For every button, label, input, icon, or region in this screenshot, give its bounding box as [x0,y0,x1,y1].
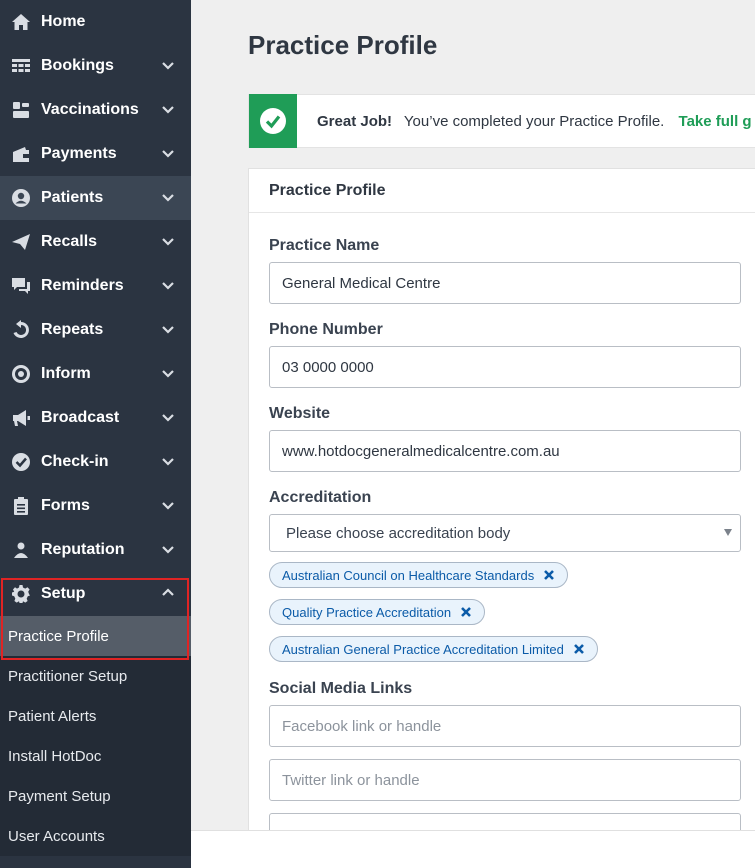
sidebar: Home Bookings Vaccinations Payments Pati… [0,0,191,868]
nav-label: Payments [41,145,117,162]
success-alert: Great Job! You’ve completed your Practic… [248,94,755,148]
tag-label: Australian General Practice Accreditatio… [282,641,564,657]
nav-vaccinations[interactable]: Vaccinations [0,88,191,132]
twitter-input[interactable]: Twitter link or handle [269,759,741,801]
wallet-icon [10,143,32,165]
practice-name-input[interactable]: General Medical Centre [269,262,741,304]
facebook-input[interactable]: Facebook link or handle [269,705,741,747]
nav-label: Recalls [41,233,98,250]
accreditation-tag: Australian Council on Healthcare Standar… [269,562,569,588]
alert-text: You’ve completed your Practice Profile. [403,112,665,130]
repeat-icon [10,319,32,341]
nav-check-in[interactable]: Check-in [0,440,191,484]
practice-name-label: Practice Name [269,237,380,254]
sub-item-user-accounts[interactable]: User Accounts [0,816,191,856]
target-icon [10,363,32,385]
chevron-down-icon[interactable] [161,498,175,512]
sub-item-install-hotdoc[interactable]: Install HotDoc [0,736,191,776]
chevron-down-icon[interactable] [161,102,175,116]
sub-item-payment-setup[interactable]: Payment Setup [0,776,191,816]
gear-icon [10,583,32,605]
chevron-down-icon[interactable] [161,410,175,424]
phone-number-label: Phone Number [269,321,383,338]
chevron-down-icon[interactable] [161,322,175,336]
check-badge-icon [10,451,32,473]
caret-down-icon [724,529,732,536]
user-circle-icon [10,187,32,209]
nav-reminders[interactable]: Reminders [0,264,191,308]
page-title: Practice Profile [248,30,438,60]
sub-item-practitioner-setup[interactable]: Practitioner Setup [0,656,191,696]
chevron-down-icon[interactable] [161,146,175,160]
accreditation-tag: Australian General Practice Accreditatio… [269,636,598,662]
social-media-label: Social Media Links [269,680,413,697]
paper-plane-icon [10,231,32,253]
alert-message: Great Job! You’ve completed your Practic… [317,113,752,130]
megaphone-icon [10,407,32,429]
remove-tag-icon[interactable] [573,643,585,655]
sub-item-practice-profile[interactable]: Practice Profile [0,616,191,656]
tag-label: Australian Council on Healthcare Standar… [282,567,535,583]
remove-tag-icon[interactable] [543,569,555,581]
bottom-bar [191,830,755,868]
social-input-partial[interactable] [269,813,741,830]
website-label: Website [269,405,331,422]
nav-recalls[interactable]: Recalls [0,220,191,264]
check-circle-icon [249,94,297,148]
nav-setup[interactable]: Setup [0,572,191,616]
clipboard-icon [10,495,32,517]
nav-label: Setup [41,585,86,602]
bookings-grid-icon [10,55,32,77]
phone-number-input[interactable]: 03 0000 0000 [269,346,741,388]
nav-label: Home [41,13,86,30]
nav-label: Vaccinations [41,101,139,118]
website-input[interactable]: www.hotdocgeneralmedicalcentre.com.au [269,430,741,472]
nav-label: Inform [41,365,91,382]
nav-patients[interactable]: Patients [0,176,191,220]
nav-inform[interactable]: Inform [0,352,191,396]
chevron-up-icon[interactable] [161,586,175,600]
nav-home[interactable]: Home [0,0,191,44]
accreditation-tag: Quality Practice Accreditation [269,599,486,625]
person-star-icon [10,539,32,561]
nav-reputation[interactable]: Reputation [0,528,191,572]
chevron-down-icon[interactable] [161,234,175,248]
nav-broadcast[interactable]: Broadcast [0,396,191,440]
nav-label: Check-in [41,453,109,470]
practice-profile-card: Practice Profile Practice Name General M… [248,168,755,830]
chevron-down-icon[interactable] [161,454,175,468]
chat-icon [10,275,32,297]
chevron-down-icon[interactable] [161,190,175,204]
nav-label: Forms [41,497,90,514]
chevron-down-icon[interactable] [161,542,175,556]
nav-label: Reputation [41,541,125,558]
chevron-down-icon[interactable] [161,366,175,380]
take-tour-link[interactable]: Take full g [679,113,752,130]
vaccine-icon [10,99,32,121]
nav-label: Bookings [41,57,114,74]
accreditation-select[interactable]: Please choose accreditation body [269,514,741,552]
nav-label: Patients [41,189,104,206]
card-title: Practice Profile [249,169,755,213]
sub-item-patient-alerts[interactable]: Patient Alerts [0,696,191,736]
home-icon [10,11,32,33]
nav-label: Broadcast [41,409,120,426]
nav-label: Reminders [41,277,124,294]
nav-forms[interactable]: Forms [0,484,191,528]
accreditation-label: Accreditation [269,489,372,506]
alert-bold: Great Job! [317,112,393,130]
nav-label: Repeats [41,321,104,338]
nav-bookings[interactable]: Bookings [0,44,191,88]
chevron-down-icon[interactable] [161,58,175,72]
nav-repeats[interactable]: Repeats [0,308,191,352]
main-content: Practice Profile Great Job! You’ve compl… [191,0,755,830]
tag-label: Quality Practice Accreditation [282,604,452,620]
nav-payments[interactable]: Payments [0,132,191,176]
remove-tag-icon[interactable] [460,606,472,618]
accreditation-placeholder: Please choose accreditation body [286,524,511,542]
chevron-down-icon[interactable] [161,278,175,292]
